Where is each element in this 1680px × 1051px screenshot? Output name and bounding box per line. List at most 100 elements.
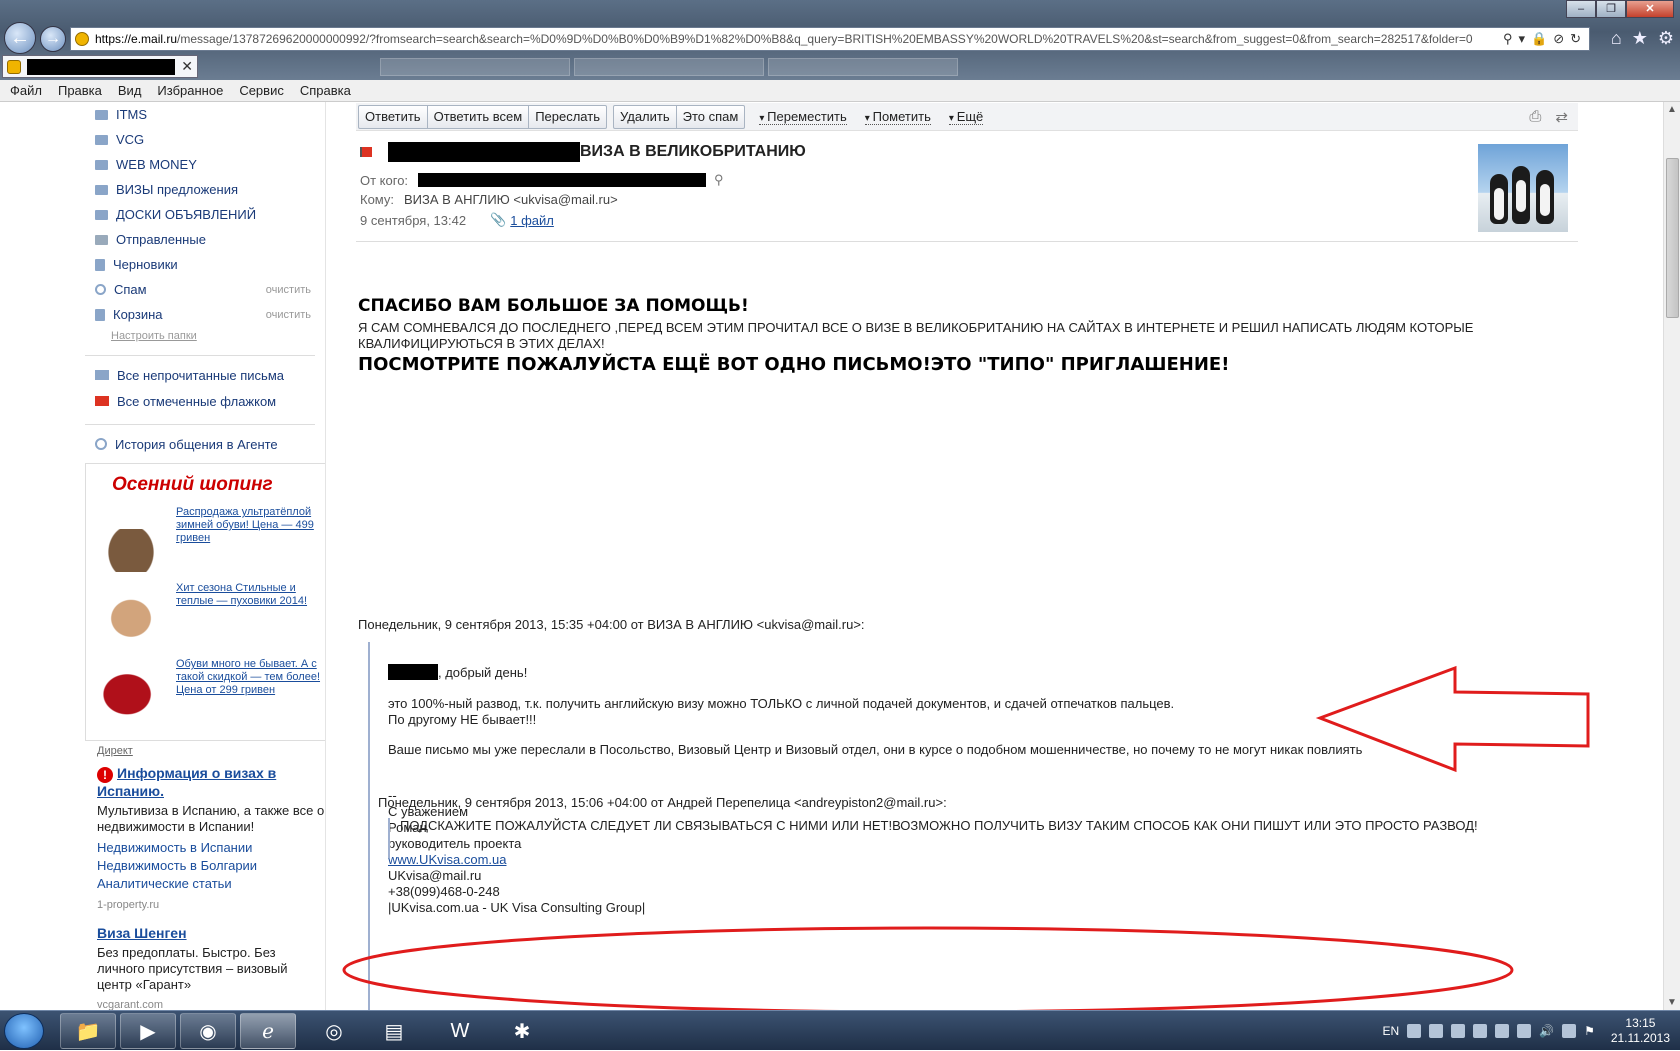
language-indicator[interactable]: EN — [1382, 1024, 1399, 1038]
folder-trash[interactable]: Корзина очистить — [85, 302, 325, 327]
scrollbar[interactable]: ▲ ▼ — [1663, 102, 1680, 1010]
spam-button[interactable]: Это спам — [677, 106, 745, 128]
folder-vcg[interactable]: VCG — [85, 127, 325, 152]
print-icon[interactable]: ⎙ — [1529, 108, 1541, 126]
panel-divider — [325, 102, 326, 1010]
reply-all-button[interactable]: Ответить всем — [428, 105, 530, 128]
back-button[interactable]: ← — [4, 22, 36, 54]
mail-icon — [7, 59, 21, 74]
volume-icon[interactable]: 🔊 — [1539, 1024, 1554, 1038]
folder-icon — [95, 209, 108, 220]
ad-domain: 1-property.ru — [97, 898, 160, 911]
ad-link[interactable]: Аналитические статьи — [97, 875, 325, 893]
tray-icon[interactable] — [1429, 1024, 1444, 1038]
menu-help[interactable]: Справка — [300, 83, 351, 98]
start-button[interactable] — [4, 1013, 44, 1049]
draft-icon — [95, 258, 105, 271]
promo-link[interactable]: Распродажа ультратёплой зимней обуви! Це… — [170, 506, 325, 582]
scroll-thumb[interactable] — [1666, 158, 1679, 318]
agent-history-link[interactable]: История общения в Агенте — [85, 431, 325, 457]
folder-drafts[interactable]: Черновики — [85, 252, 325, 277]
gear-icon[interactable]: ⚙ — [1658, 28, 1674, 49]
menu-file[interactable]: Файл — [10, 83, 42, 98]
folder-itms[interactable]: ITMS — [85, 102, 325, 127]
mark-dropdown[interactable]: Пометить — [864, 109, 931, 125]
promo-item[interactable]: Хит сезона Стильные и теплые — пуховики … — [86, 582, 325, 658]
dropdown-icon[interactable]: ▾ — [1518, 31, 1525, 47]
media-player-app[interactable]: ▶ — [120, 1013, 176, 1049]
favorites-star-icon[interactable]: ★ — [1632, 28, 1648, 49]
tray-icon[interactable] — [1473, 1024, 1488, 1038]
minimize-button[interactable]: – — [1566, 0, 1596, 18]
ad-schengen: Виза Шенген Без предоплаты. Быстро. Без … — [85, 925, 325, 1011]
firefox-app[interactable]: ◉ — [180, 1013, 236, 1049]
unread-messages-link[interactable]: Все непрочитанные письма — [85, 362, 325, 388]
close-tab-icon[interactable]: ✕ — [181, 58, 193, 75]
delete-button[interactable]: Удалить — [614, 105, 677, 128]
flag-icon[interactable] — [360, 147, 372, 157]
home-icon[interactable]: ⌂ — [1611, 28, 1622, 49]
tab-background[interactable] — [380, 58, 570, 76]
folder-sent[interactable]: Отправленные — [85, 227, 325, 252]
menu-tools[interactable]: Сервис — [239, 83, 284, 98]
jacket-image — [92, 582, 170, 648]
scroll-up-icon[interactable]: ▲ — [1667, 104, 1677, 115]
ad-link[interactable]: Недвижимость в Болгарии — [97, 857, 325, 875]
chrome-app[interactable]: ◎ — [306, 1013, 362, 1049]
promo-item[interactable]: Обуви много не бывает. А с такой скидкой… — [86, 658, 325, 734]
word-app[interactable]: W — [432, 1013, 488, 1049]
action-center-icon[interactable]: ⚑ — [1584, 1024, 1595, 1038]
ad-link[interactable]: Недвижимость в Испании — [97, 839, 325, 857]
close-window-button[interactable]: ✕ — [1626, 0, 1674, 18]
menu-favorites[interactable]: Избранное — [157, 83, 223, 98]
folder-boards[interactable]: ДОСКИ ОБЪЯВЛЕНИЙ — [85, 202, 325, 227]
flagged-messages-link[interactable]: Все отмеченные флажком — [85, 388, 325, 414]
tray-icon[interactable] — [1451, 1024, 1466, 1038]
refresh-icon[interactable]: ↻ — [1570, 31, 1581, 47]
explorer-app[interactable]: 📁 — [60, 1013, 116, 1049]
search-icon[interactable]: ⚲ — [1503, 31, 1513, 47]
clear-spam-link[interactable]: очистить — [266, 284, 311, 296]
promo-item[interactable]: Распродажа ультратёплой зимней обуви! Це… — [86, 506, 325, 582]
address-bar[interactable]: https://e.mail.ru/message/13787269620000… — [70, 27, 1590, 51]
tray-icon[interactable] — [1495, 1024, 1510, 1038]
promo-link[interactable]: Хит сезона Стильные и теплые — пуховики … — [170, 582, 325, 658]
magnifier-icon[interactable]: ⚲ — [714, 172, 724, 188]
forward-message-button[interactable]: Переслать — [529, 106, 606, 128]
translate-icon[interactable]: ⇄ — [1555, 108, 1568, 126]
notes-app[interactable]: ▤ — [366, 1013, 422, 1049]
direct-label[interactable]: Директ — [85, 745, 325, 757]
folder-spam[interactable]: Спам очистить — [85, 277, 325, 302]
system-clock[interactable]: 13:15 21.11.2013 — [1611, 1016, 1670, 1046]
folder-visas[interactable]: ВИЗЫ предложения — [85, 177, 325, 202]
left-sidebar: ITMS VCG WEB MONEY ВИЗЫ предложения ДОСК… — [85, 102, 325, 1012]
attachments-link[interactable]: 1 файл — [510, 213, 554, 228]
clock-time: 13:15 — [1625, 1016, 1656, 1030]
move-dropdown[interactable]: Переместить — [759, 109, 847, 125]
tray-icon[interactable] — [1517, 1024, 1532, 1038]
menu-edit[interactable]: Правка — [58, 83, 102, 98]
lock-icon[interactable]: 🔒 — [1531, 31, 1547, 47]
setup-folders-link[interactable]: Настроить папки — [85, 327, 325, 345]
internet-explorer-app[interactable]: ℯ — [240, 1013, 296, 1049]
to-value: ВИЗА В АНГЛИЮ <ukvisa@mail.ru> — [404, 192, 618, 207]
block-icon[interactable]: ⊘ — [1553, 31, 1564, 47]
more-dropdown[interactable]: Ещё — [948, 109, 984, 125]
ad-title[interactable]: Виза Шенген — [97, 925, 325, 941]
clear-trash-link[interactable]: очистить — [266, 309, 311, 321]
tab-background[interactable] — [574, 58, 764, 76]
tab-background[interactable] — [768, 58, 958, 76]
reply-button[interactable]: Ответить — [359, 105, 428, 128]
scroll-down-icon[interactable]: ▼ — [1667, 997, 1677, 1008]
tray-icon[interactable] — [1562, 1024, 1577, 1038]
folder-web-money[interactable]: WEB MONEY — [85, 152, 325, 177]
ad-title[interactable]: Информация о визах в Испанию. — [97, 765, 276, 799]
maximize-button[interactable]: ❐ — [1596, 0, 1626, 18]
red-app[interactable]: ✱ — [494, 1013, 550, 1049]
tray-icon[interactable] — [1407, 1024, 1422, 1038]
redacted-name — [388, 664, 438, 680]
menu-view[interactable]: Вид — [118, 83, 142, 98]
tab-active[interactable]: ✕ — [2, 55, 198, 78]
forward-button[interactable]: → — [40, 26, 66, 52]
promo-link[interactable]: Обуви много не бывает. А с такой скидкой… — [170, 658, 325, 734]
